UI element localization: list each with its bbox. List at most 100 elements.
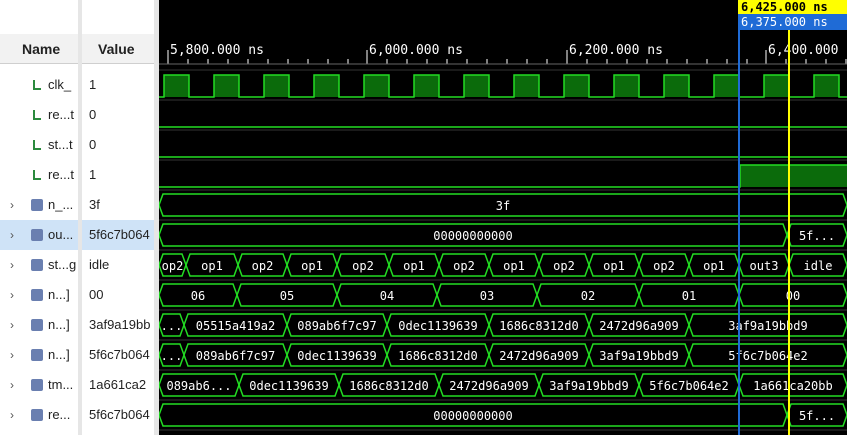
chevron-right-icon[interactable]: › xyxy=(10,220,14,250)
bus-value-label: op2 xyxy=(252,259,274,273)
bus-value-label: 089ab6f7c97 xyxy=(297,319,376,333)
bus-signal-icon xyxy=(31,289,43,301)
bus-value-label: 0dec1139639 xyxy=(398,319,477,333)
signal-value: 5f6c7b064 xyxy=(89,347,150,362)
bit-high-fill xyxy=(740,165,847,187)
signal-value-row[interactable]: 5f6c7b064 xyxy=(82,400,154,430)
bus-signal-icon xyxy=(31,259,43,271)
signal-name-row[interactable]: › st...g xyxy=(0,250,78,280)
bus-value-label: op2 xyxy=(653,259,675,273)
bus-value-label: idle xyxy=(804,259,833,273)
signal-name-row[interactable]: › tm... xyxy=(0,370,78,400)
bus-value-label: op1 xyxy=(201,259,223,273)
bus-value-label: 3af9a19bbd9 xyxy=(728,319,807,333)
signal-name-row[interactable]: › ou... xyxy=(0,220,78,250)
bus-signal-icon xyxy=(31,379,43,391)
signal-name-row[interactable]: › n...] xyxy=(0,340,78,370)
signal-name: tm... xyxy=(48,377,74,392)
bus-value-label: 3af9a19bbd9 xyxy=(549,379,628,393)
bit-signal-icon xyxy=(33,140,41,150)
clock-high-fill xyxy=(564,75,589,97)
chevron-right-icon[interactable]: › xyxy=(10,310,14,340)
bus-value-label: op1 xyxy=(703,259,725,273)
bus-value-label: 1a661ca20bb xyxy=(753,379,832,393)
bus-value-label: 5f... xyxy=(799,409,835,423)
signal-value-row[interactable]: 0 xyxy=(82,100,154,130)
clock-high-fill xyxy=(164,75,189,97)
bus-signal-icon xyxy=(31,199,43,211)
clock-high-fill xyxy=(414,75,439,97)
signal-value: 0 xyxy=(89,107,97,122)
signal-name-row[interactable]: clk_ xyxy=(0,70,78,100)
yellow-cursor-time: 6,425.000 ns xyxy=(741,0,828,14)
chevron-right-icon[interactable]: › xyxy=(10,400,14,430)
signal-name-row[interactable]: re...t xyxy=(0,160,78,190)
signal-name: ou... xyxy=(48,227,74,242)
clock-high-fill xyxy=(814,75,839,97)
signal-value-row[interactable]: 1a661ca2 xyxy=(82,370,154,400)
clock-high-fill xyxy=(264,75,289,97)
chevron-right-icon[interactable]: › xyxy=(10,250,14,280)
signal-value-row[interactable]: 3af9a19bb xyxy=(82,310,154,340)
bus-value-label: op2 xyxy=(453,259,475,273)
chevron-right-icon[interactable]: › xyxy=(10,280,14,310)
bus-value-label: 00 xyxy=(786,289,800,303)
bus-value-label: 5f6c7b064e2 xyxy=(649,379,728,393)
waveform-area[interactable]: 5,800.000 ns 6,000.000 ns 6,200.000 ns 6,40… xyxy=(159,0,847,435)
clock-high-fill xyxy=(714,75,739,97)
signal-value: 3f xyxy=(89,197,100,212)
clock-high-fill xyxy=(764,75,789,97)
signal-value-row[interactable]: 5f6c7b064 xyxy=(82,220,154,250)
clock-high-fill xyxy=(214,75,239,97)
value-header[interactable]: Value xyxy=(82,34,154,64)
signal-name-row[interactable]: › n...] xyxy=(0,280,78,310)
bus-value-label: 02 xyxy=(581,289,595,303)
clock-high-fill xyxy=(664,75,689,97)
signal-value: 1 xyxy=(89,167,97,182)
bus-value-label: 00000000000 xyxy=(433,229,512,243)
signal-value: 00 xyxy=(89,287,104,302)
bus-value-label: 2472d96a909 xyxy=(599,319,678,333)
signal-name-row[interactable]: re...t xyxy=(0,100,78,130)
bus-value-label: 5f6c7b064e2 xyxy=(728,349,807,363)
signal-value: 3af9a19bb xyxy=(89,317,151,332)
signal-name-row[interactable]: › n...] xyxy=(0,310,78,340)
signal-value-row[interactable]: 0 xyxy=(82,130,154,160)
signal-value: idle xyxy=(89,257,110,272)
bus-value-label: 089ab6f7c97 xyxy=(196,349,275,363)
bus-value-label: op2 xyxy=(553,259,575,273)
signal-value-row[interactable]: idle xyxy=(82,250,154,280)
signal-value-row[interactable]: 00 xyxy=(82,280,154,310)
chevron-right-icon[interactable]: › xyxy=(10,340,14,370)
chevron-right-icon[interactable]: › xyxy=(10,190,14,220)
signal-name: n...] xyxy=(48,287,70,302)
signal-name: n...] xyxy=(48,347,70,362)
bus-value-label: 03 xyxy=(480,289,494,303)
time-tick-label: 6,000.000 ns xyxy=(369,43,463,58)
signal-name-row[interactable]: › re... xyxy=(0,400,78,430)
signal-name: n_... xyxy=(48,197,74,212)
clock-high-fill xyxy=(514,75,539,97)
bus-value-label: out3 xyxy=(750,259,779,273)
signal-value: 5f6c7b064 xyxy=(89,227,150,242)
bus-value-label: 05 xyxy=(280,289,294,303)
signal-name-row[interactable]: st...t xyxy=(0,130,78,160)
bus-value-label: 089ab6... xyxy=(166,379,231,393)
signal-name-row[interactable]: › n_... xyxy=(0,190,78,220)
chevron-right-icon[interactable]: › xyxy=(10,370,14,400)
signal-value-row[interactable]: 3f xyxy=(82,190,154,220)
name-header[interactable]: Name xyxy=(0,34,78,64)
bus-value-label: op2 xyxy=(352,259,374,273)
bus-value-label: 3f xyxy=(496,199,510,213)
bit-signal-icon xyxy=(33,110,41,120)
signal-value-row[interactable]: 1 xyxy=(82,160,154,190)
bus-value-label: 2472d96a909 xyxy=(499,349,578,363)
bus-value-label: 1686c8312d0 xyxy=(499,319,578,333)
bus-value-label: op1 xyxy=(603,259,625,273)
signal-value-row[interactable]: 5f6c7b064 xyxy=(82,340,154,370)
signal-value-row[interactable]: 1 xyxy=(82,70,154,100)
signal-name: st...g xyxy=(48,257,77,272)
signal-name: re...t xyxy=(48,107,75,122)
bus-value-label: 3af9a19bbd9 xyxy=(599,349,678,363)
clock-high-fill xyxy=(364,75,389,97)
